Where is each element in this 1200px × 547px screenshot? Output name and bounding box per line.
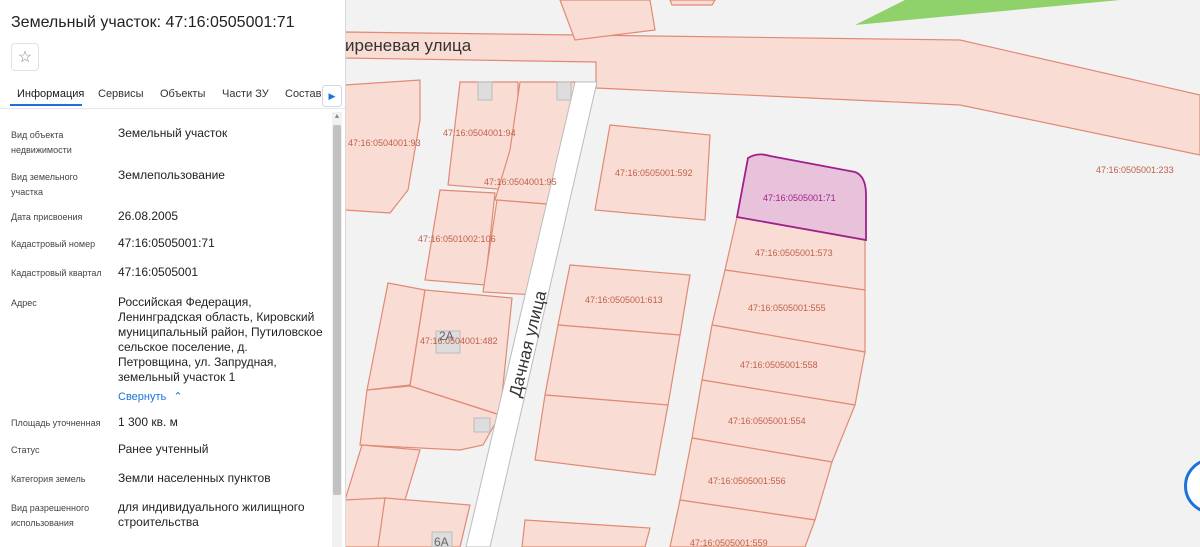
permitted-use-value: для индивидуального жилищного строительс… <box>118 500 305 529</box>
parcel-label-554: 47:16:0505001:554 <box>728 416 806 426</box>
land-category-value: Земли населенных пунктов <box>118 471 271 485</box>
triangle-right-icon: ▶ <box>328 90 336 101</box>
tabs-scroll-right-button[interactable]: ▶ <box>322 85 342 107</box>
parcel-label-94: 47:16:0504001:94 <box>443 128 516 138</box>
parcel-label-233: 47:16:0505001:233 <box>1096 165 1174 175</box>
parcel-label-106: 47:16:0501002:106 <box>418 234 496 244</box>
cadastral-number-value: 47:16:0505001:71 <box>118 236 215 250</box>
parcel-label-555: 47:16:0505001:555 <box>748 303 826 313</box>
parcel-label-559: 47:16:0505001:559 <box>690 538 768 547</box>
page-title: Земельный участок: 47:16:0505001:71 <box>11 14 295 31</box>
building-square <box>477 81 493 101</box>
parcel-lower-block[interactable] <box>534 394 669 476</box>
area-label: Площадь уточненная <box>11 418 101 428</box>
building-square <box>556 81 572 101</box>
tab-information[interactable]: Информация <box>17 88 84 100</box>
address-label: Адрес <box>11 298 37 308</box>
favorite-button[interactable]: ☆ <box>11 43 39 71</box>
cadastral-map[interactable]: иреневая улица Дачная улица 47:16:050400… <box>345 0 1200 547</box>
building-square <box>473 417 491 433</box>
collapse-link-label: Свернуть <box>118 391 167 403</box>
parcel-label-592: 47:16:0505001:592 <box>615 168 693 178</box>
area-value: 1 300 кв. м <box>118 415 178 429</box>
scroll-up-arrow-icon[interactable]: ▲ <box>333 112 341 122</box>
tab-composition[interactable]: Состав <box>285 88 321 100</box>
parcel-label-613: 47:16:0505001:613 <box>585 295 663 305</box>
cadastral-quarter-value: 47:16:0505001 <box>118 265 199 279</box>
parcel-type-label: Вид земельного участка <box>11 172 78 197</box>
tab-parcel-parts[interactable]: Части ЗУ <box>222 88 269 100</box>
info-panel: Земельный участок: 47:16:0505001:71 ☆ Ин… <box>0 0 346 547</box>
land-category-label: Категория земель <box>11 474 86 484</box>
status-label: Статус <box>11 445 40 455</box>
scrollbar-thumb[interactable] <box>333 125 341 495</box>
collapse-link[interactable]: Свернуть ⌃ <box>118 390 183 403</box>
assignment-date-value: 26.08.2005 <box>118 209 179 223</box>
house-number-2a: 2А <box>439 329 454 343</box>
parcel-label-573: 47:16:0505001:573 <box>755 248 833 258</box>
object-type-label: Вид объекта недвижимости <box>11 130 72 155</box>
star-icon: ☆ <box>17 49 33 66</box>
active-tab-indicator <box>10 104 82 106</box>
status-value: Ранее учтенный <box>118 442 209 456</box>
parcel-6a[interactable] <box>377 497 471 547</box>
permitted-use-label: Вид разрешенного использования <box>11 503 90 528</box>
parcel-label-93: 47:16:0504001:93 <box>348 138 421 148</box>
cadastral-quarter-label: Кадастровый квартал <box>11 268 102 278</box>
address-value: Российская Федерация, Ленинградская обла… <box>118 295 323 384</box>
parcel-middle-block[interactable] <box>544 324 681 406</box>
object-type-value: Земельный участок <box>118 126 228 140</box>
parcel-label-482: 47:16:0504001:482 <box>420 336 498 346</box>
parcel-top-fragment-2[interactable] <box>669 0 716 6</box>
parcel-label-558: 47:16:0505001:558 <box>740 360 818 370</box>
street-label-top: иреневая улица <box>345 36 472 55</box>
parcel-label-556: 47:16:0505001:556 <box>708 476 786 486</box>
parcel-label-95: 47:16:0504001:95 <box>484 177 557 187</box>
chevron-up-icon: ⌃ <box>173 391 183 403</box>
tab-services[interactable]: Сервисы <box>98 88 144 100</box>
cadastral-number-label: Кадастровый номер <box>11 239 96 249</box>
parcel-type-value: Землепользование <box>118 168 225 182</box>
assignment-date-label: Дата присвоения <box>11 212 83 222</box>
parcel-label-71: 47:16:0505001:71 <box>763 193 836 203</box>
house-number-6a: 6А <box>434 535 449 547</box>
tab-objects[interactable]: Объекты <box>160 88 205 100</box>
